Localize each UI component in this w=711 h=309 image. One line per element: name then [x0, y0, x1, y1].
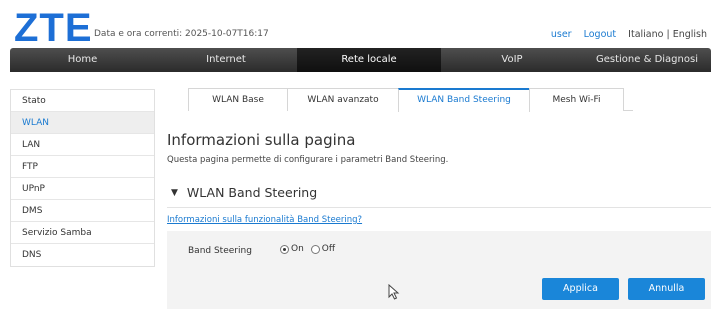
page-title: Informazioni sulla pagina	[167, 131, 356, 149]
radio-on[interactable]	[280, 244, 289, 254]
radio-off-label[interactable]: Off	[322, 244, 335, 254]
zte-logo: ZTE	[14, 6, 93, 50]
sidebar-item-dms[interactable]: DMS	[11, 200, 154, 222]
sidebar-item-ftp[interactable]: FTP	[11, 156, 154, 178]
band-steering-label: Band Steering	[188, 246, 252, 256]
cancel-button[interactable]: Annulla	[628, 278, 705, 300]
divider	[167, 207, 711, 208]
sidebar: Stato WLAN LAN FTP UPnP DMS Servizio Sam…	[10, 89, 155, 267]
band-steering-info-link[interactable]: Informazioni sulla funzionalità Band Ste…	[167, 215, 362, 225]
band-steering-radio-group: On Off	[280, 244, 342, 254]
nav-voip[interactable]: VoIP	[441, 48, 583, 72]
apply-button[interactable]: Applica	[542, 278, 619, 300]
user-link[interactable]: user	[551, 29, 572, 40]
nav-gestione-diagnosi[interactable]: Gestione & Diagnosi	[583, 48, 711, 72]
current-datetime: Data e ora correnti: 2025-10-07T16:17	[94, 29, 269, 39]
tab-bar: WLAN Base WLAN avanzato WLAN Band Steeri…	[188, 88, 633, 112]
radio-on-label[interactable]: On	[291, 244, 304, 254]
sidebar-item-dns[interactable]: DNS	[11, 244, 154, 266]
page-description: Questa pagina permette di configurare i …	[167, 155, 449, 165]
section-title: WLAN Band Steering	[186, 185, 318, 200]
tab-wlan-avanzato[interactable]: WLAN avanzato	[287, 88, 399, 111]
nav-rete-locale[interactable]: Rete locale	[297, 48, 441, 72]
radio-off[interactable]	[310, 244, 320, 254]
logout-link[interactable]: Logout	[584, 29, 617, 40]
sidebar-item-wlan[interactable]: WLAN	[11, 112, 154, 134]
sidebar-item-stato[interactable]: Stato	[11, 90, 154, 112]
nav-home[interactable]: Home	[10, 48, 155, 72]
collapse-triangle-icon[interactable]: ▼	[171, 188, 178, 198]
top-links: user Logout Italiano | English	[551, 29, 707, 40]
main-nav: Home Internet Rete locale VoIP Gestione …	[10, 48, 711, 72]
section-header[interactable]: ▼ WLAN Band Steering	[171, 185, 317, 200]
tab-mesh-wifi[interactable]: Mesh Wi-Fi	[529, 88, 624, 111]
tab-wlan-band-steering[interactable]: WLAN Band Steering	[398, 88, 530, 112]
language-switch[interactable]: Italiano | English	[628, 29, 707, 40]
nav-internet[interactable]: Internet	[155, 48, 297, 72]
sidebar-item-upnp[interactable]: UPnP	[11, 178, 154, 200]
mouse-cursor-icon	[388, 284, 400, 300]
tab-wlan-base[interactable]: WLAN Base	[188, 88, 288, 111]
sidebar-item-lan[interactable]: LAN	[11, 134, 154, 156]
sidebar-item-samba[interactable]: Servizio Samba	[11, 222, 154, 244]
